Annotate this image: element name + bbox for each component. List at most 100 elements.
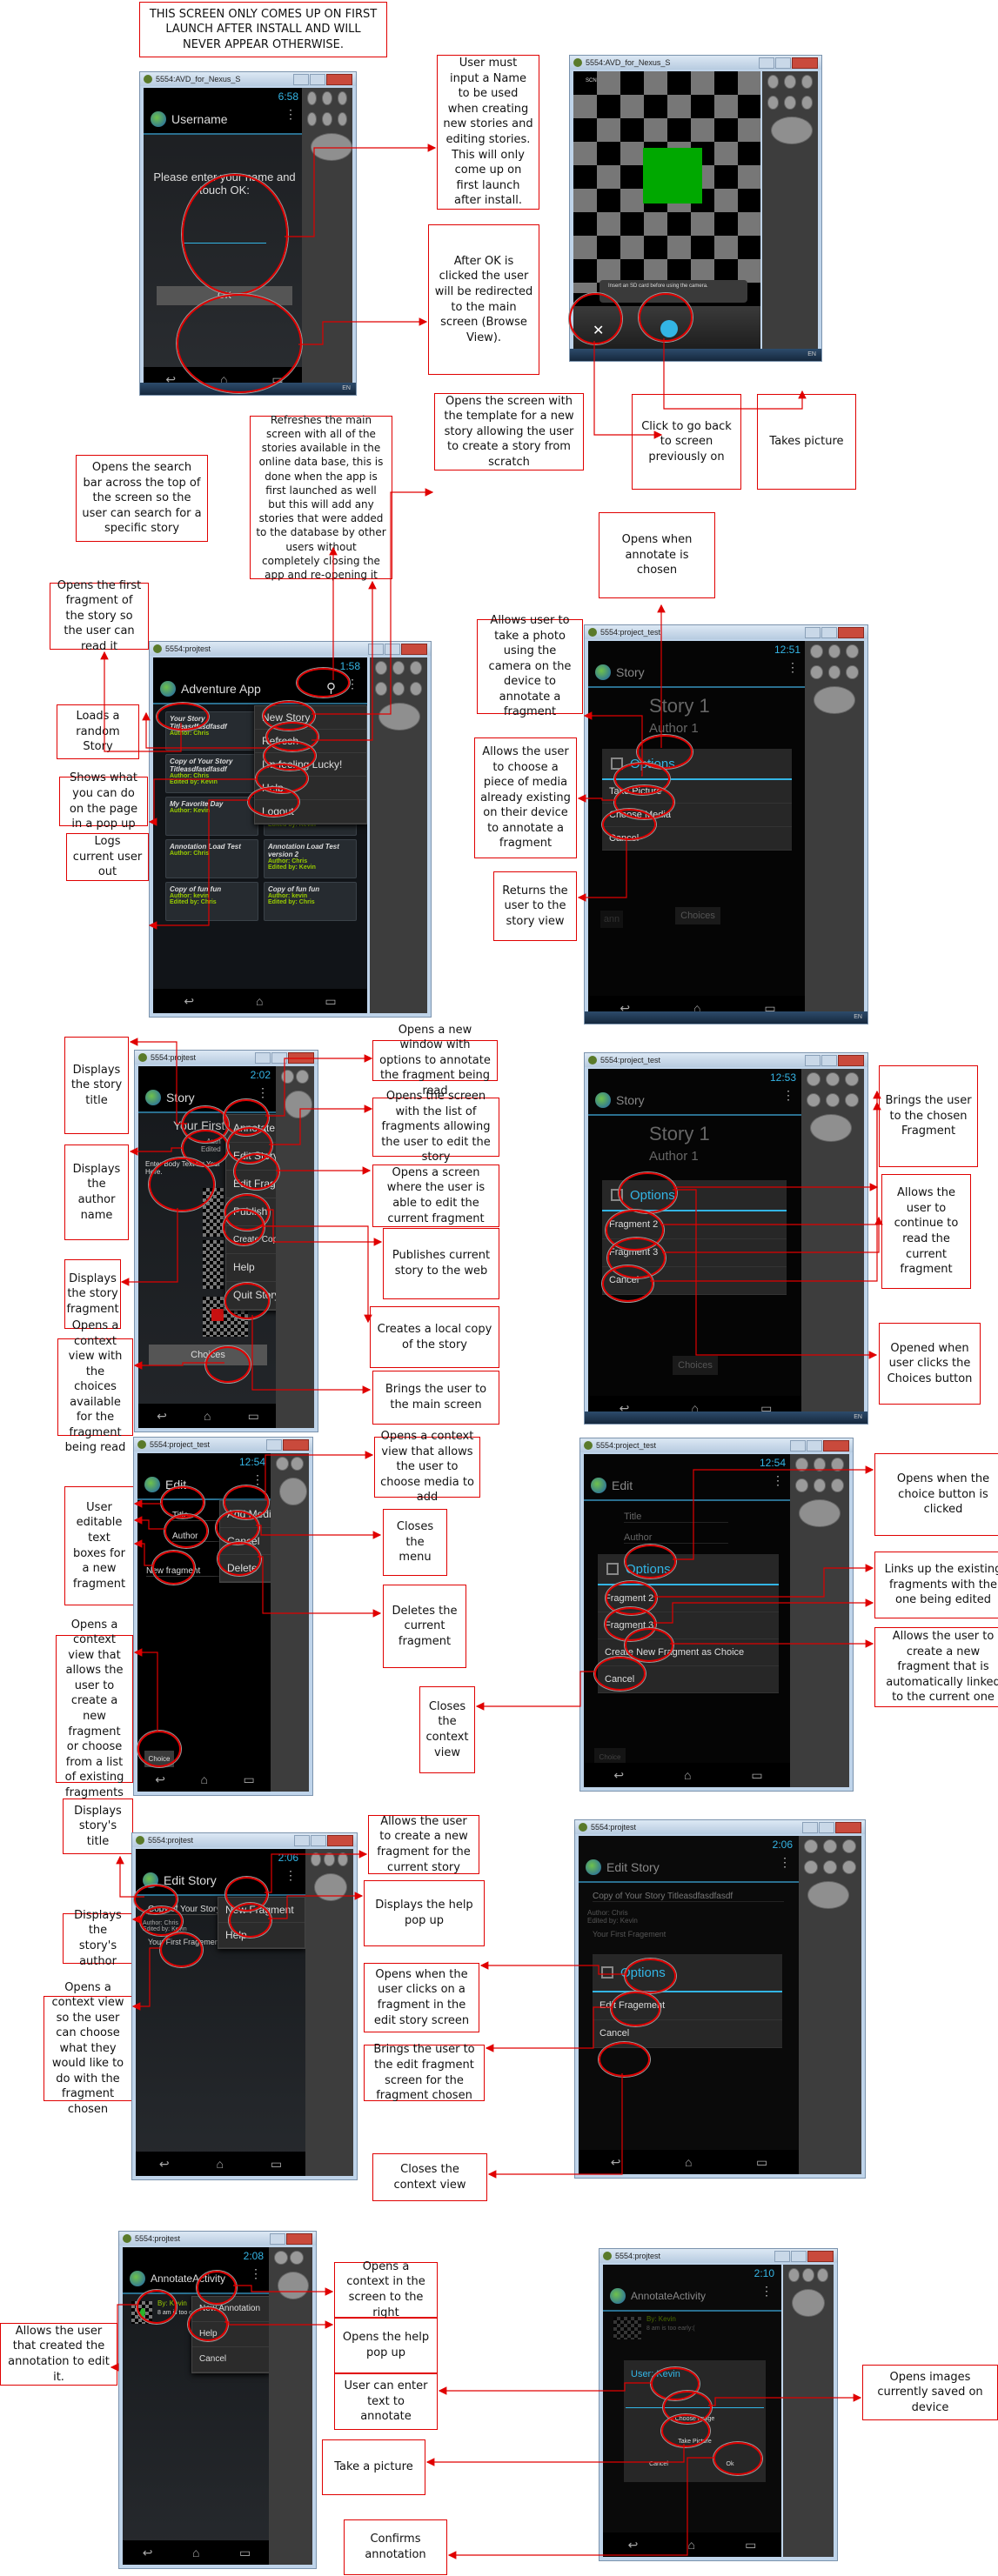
back-icon[interactable]: ↩: [184, 994, 194, 1009]
volume-up-icon[interactable]: [784, 75, 796, 89]
menu-item-edit-story[interactable]: Edit Story: [226, 1143, 278, 1171]
back-icon[interactable]: ↩: [611, 2155, 621, 2170]
volume-down-icon[interactable]: [274, 2251, 288, 2265]
volume-down-icon[interactable]: [804, 1839, 818, 1853]
story-card[interactable]: Annotation Load Test Author: Chris: [165, 839, 258, 878]
back-icon[interactable]: ↩: [143, 2546, 153, 2560]
volume-up-icon[interactable]: [826, 1072, 840, 1086]
dpad-icon[interactable]: [807, 1881, 849, 1909]
dpad-icon[interactable]: [792, 2289, 825, 2317]
volume-up-icon[interactable]: [296, 1070, 309, 1084]
back-hw-icon[interactable]: [410, 682, 422, 696]
ann-button[interactable]: ann: [600, 911, 623, 928]
menu-hw-icon[interactable]: [826, 1093, 840, 1107]
maximize-button[interactable]: [311, 1835, 326, 1846]
minimize-button[interactable]: [293, 74, 309, 85]
recents-icon[interactable]: ▭: [271, 2157, 282, 2172]
volume-down-icon[interactable]: [807, 1072, 821, 1086]
dpad-icon[interactable]: [799, 1499, 841, 1527]
close-button[interactable]: [288, 1052, 314, 1064]
overflow-menu-icon[interactable]: ⋮: [787, 661, 799, 673]
home-hw-icon[interactable]: [804, 1860, 818, 1874]
story-card[interactable]: Copy of Your Story TitleasdfasdfasdfAuth…: [165, 754, 258, 793]
annotation-thumbnail[interactable]: [613, 2317, 641, 2339]
option-create-new-fragment[interactable]: Create New Fragment as Choice: [598, 1639, 779, 1666]
back-icon[interactable]: ↩: [155, 1772, 165, 1787]
story-card[interactable]: Your Story Titleasdfasdfasdf Author: Chri…: [165, 711, 258, 751]
option-edit-fragment[interactable]: Edit Fragement: [593, 1992, 782, 2020]
menu-hw-icon[interactable]: [322, 112, 332, 126]
dpad-icon[interactable]: [378, 703, 420, 731]
minimize-button[interactable]: [368, 644, 384, 655]
home-icon[interactable]: ⌂: [256, 994, 263, 1008]
overflow-menu-icon[interactable]: ⋮: [250, 2267, 262, 2279]
dpad-icon[interactable]: [278, 2272, 309, 2299]
story-card[interactable]: Copy of fun fun Author: kevin Edited by: C…: [165, 882, 258, 921]
back-icon[interactable]: ↩: [613, 1768, 624, 1783]
home-hw-icon[interactable]: [307, 112, 318, 126]
menu-item-new-fragment[interactable]: New Fragment: [218, 1898, 305, 1923]
menu-hw-icon[interactable]: [784, 96, 796, 110]
option-cancel[interactable]: Cancel: [598, 1666, 779, 1693]
annotation-text-input[interactable]: [626, 2397, 764, 2408]
volume-down-icon[interactable]: [810, 644, 823, 658]
home-hw-icon[interactable]: [810, 665, 823, 679]
menu-item-help[interactable]: Help: [218, 1923, 305, 1948]
maximize-button[interactable]: [775, 57, 791, 69]
menu-item-cancel[interactable]: Cancel: [220, 1528, 272, 1555]
maximize-button[interactable]: [821, 627, 837, 638]
minimize-button[interactable]: [294, 1835, 310, 1846]
overflow-menu-icon[interactable]: ⋮: [779, 1856, 791, 1868]
menu-item-edit-fragment[interactable]: Edit Fragement: [226, 1171, 278, 1198]
back-hw-icon[interactable]: [846, 665, 860, 679]
volume-up-icon[interactable]: [322, 91, 332, 105]
home-hw-icon[interactable]: [375, 682, 387, 696]
power-icon[interactable]: [846, 644, 860, 658]
menu-hw-icon[interactable]: [813, 1478, 827, 1492]
maximize-button[interactable]: [385, 644, 400, 655]
maximize-button[interactable]: [791, 2251, 807, 2262]
menu-item-publish[interactable]: Publish: [226, 1198, 278, 1226]
take-picture-button[interactable]: Take Picture: [624, 2439, 766, 2445]
overflow-menu-icon[interactable]: ⋮: [782, 1089, 794, 1101]
home-icon[interactable]: ⌂: [192, 2546, 199, 2559]
fragment-list-item[interactable]: Your First Fragement: [593, 1930, 666, 1939]
overflow-menu-icon[interactable]: ⋮: [251, 1473, 264, 1485]
choices-button[interactable]: Choices: [673, 1356, 718, 1375]
menu-item-logout[interactable]: Logout: [255, 800, 366, 824]
power-icon[interactable]: [337, 91, 347, 105]
option-fragment-3[interactable]: Fragment 3: [598, 1612, 779, 1639]
menu-item-quit-story[interactable]: Quit Story: [226, 1282, 278, 1310]
close-button[interactable]: [327, 1835, 353, 1846]
fragment-list-item[interactable]: Your First Fragement: [148, 1938, 221, 1946]
maximize-button[interactable]: [819, 1822, 834, 1833]
menu-item-cancel[interactable]: Cancel: [192, 2347, 269, 2372]
back-hw-icon[interactable]: [800, 96, 813, 110]
power-icon[interactable]: [800, 75, 813, 89]
option-fragment-3[interactable]: Fragment 3: [602, 1239, 787, 1267]
search-icon[interactable]: ⚲: [326, 680, 336, 696]
dpad-icon[interactable]: [814, 686, 855, 714]
minimize-button[interactable]: [790, 1440, 806, 1452]
home-icon[interactable]: ⌂: [201, 1772, 208, 1786]
choose-image-button[interactable]: Choose Image: [624, 2416, 766, 2422]
menu-hw-icon[interactable]: [392, 682, 405, 696]
menu-item-new-story[interactable]: New Story: [255, 706, 366, 730]
home-hw-icon[interactable]: [767, 96, 780, 110]
volume-up-icon[interactable]: [324, 1852, 335, 1866]
overflow-menu-icon[interactable]: ⋮: [257, 1086, 269, 1098]
choices-button[interactable]: Choices: [675, 907, 720, 924]
maximize-button[interactable]: [821, 1055, 837, 1066]
home-icon[interactable]: ⌂: [688, 2538, 695, 2552]
volume-up-icon[interactable]: [823, 1839, 837, 1853]
recents-icon[interactable]: ▭: [756, 2155, 767, 2170]
menu-item-refresh[interactable]: Refresh: [255, 730, 366, 753]
back-icon[interactable]: ↩: [628, 2538, 639, 2553]
menu-item-add-media[interactable]: Add Media: [220, 1501, 272, 1528]
home-icon[interactable]: ⌂: [685, 2155, 692, 2169]
home-hw-icon[interactable]: [795, 1478, 808, 1492]
minimize-button[interactable]: [774, 2251, 790, 2262]
minimize-button[interactable]: [805, 627, 821, 638]
recents-icon[interactable]: ▭: [239, 2546, 251, 2560]
username-input[interactable]: [183, 227, 266, 244]
